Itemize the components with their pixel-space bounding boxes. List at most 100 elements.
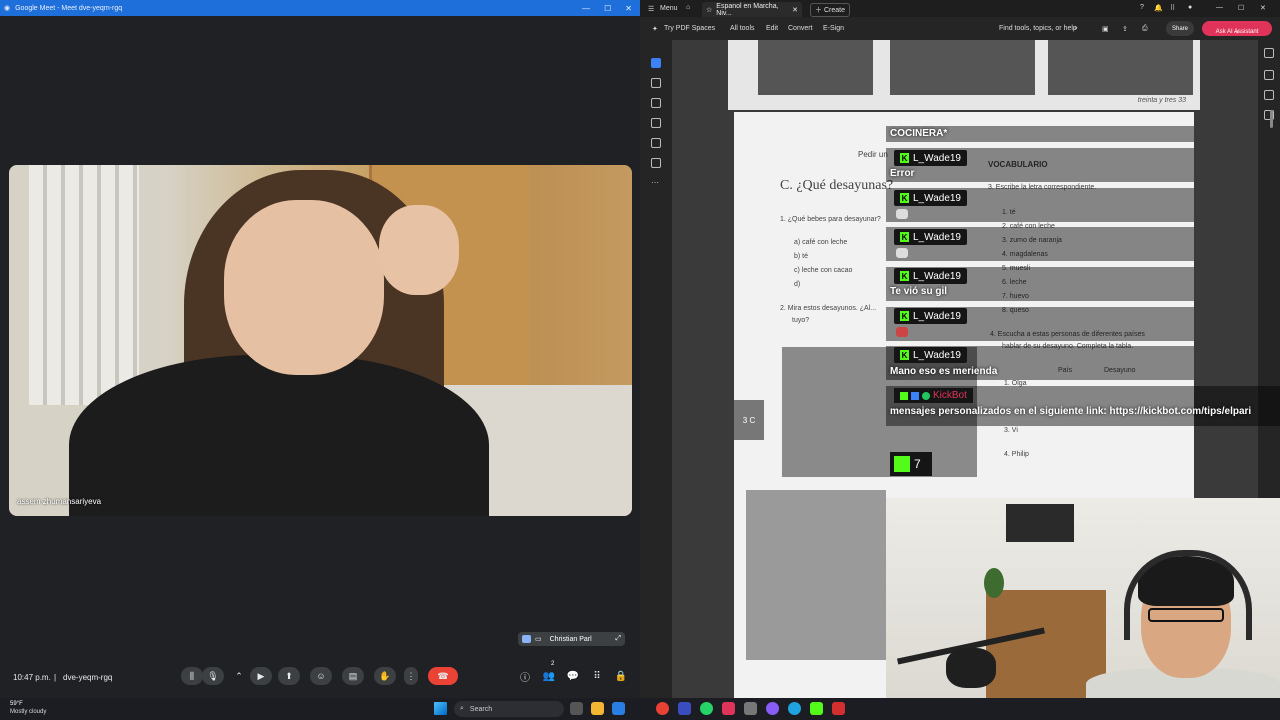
- taskbar-search[interactable]: ⌕ Search: [454, 701, 564, 717]
- info-icon[interactable]: ⓘ: [517, 667, 533, 685]
- pen-tool-icon[interactable]: [651, 98, 661, 108]
- bell-icon[interactable]: 🔔: [1154, 4, 1163, 12]
- minimize-button[interactable]: —: [582, 4, 590, 13]
- weather-widget[interactable]: 59°F Mostly cloudy: [10, 700, 46, 716]
- people-icon: 👥: [542, 670, 556, 682]
- more-tools-icon[interactable]: ⋯: [651, 178, 661, 188]
- participant-video-tile[interactable]: assem zhumansariyeva: [9, 165, 632, 516]
- select-tool-icon[interactable]: [651, 58, 661, 68]
- present-button[interactable]: ⬆: [278, 667, 300, 685]
- acrobat-icon[interactable]: [832, 702, 845, 715]
- whatsapp-icon[interactable]: [700, 702, 713, 715]
- esign-menu[interactable]: E-Sign: [823, 25, 844, 32]
- exercise-2: 2. Mira estos desayunos. ¿Al...: [780, 305, 877, 312]
- mic-button[interactable]: 🎙: [202, 667, 224, 685]
- meet-control-bar: 10:47 p.m. | dve-yeqm-rgq ⫼ 🎙 ⌃ ▶ ⬆ ☺ ▤ …: [0, 656, 640, 698]
- layers-panel-icon[interactable]: [1264, 70, 1274, 80]
- find-tools-input[interactable]: Find tools, topics, or help: [999, 25, 1077, 32]
- ask-ai-assistant-button[interactable]: ✧ Ask AI Assistant: [1202, 21, 1272, 36]
- participant-name-label: assem zhumansariyeva: [17, 497, 102, 506]
- home-icon[interactable]: ⌂: [686, 4, 690, 11]
- chat-username: K L_Wade19: [894, 150, 967, 166]
- bookmark-panel-icon[interactable]: [1264, 90, 1274, 100]
- hang-up-button[interactable]: ☎: [428, 667, 458, 685]
- pdf-maximize-button[interactable]: ☐: [1238, 4, 1244, 12]
- weather-desc: Mostly cloudy: [10, 709, 47, 715]
- save-icon[interactable]: ▣: [1102, 25, 1109, 33]
- all-tools-menu[interactable]: All tools: [730, 25, 755, 32]
- previous-page: treinta y tres 33: [728, 40, 1200, 110]
- more-options-button[interactable]: ⋮: [404, 667, 418, 685]
- kick-badge-icon: [900, 391, 908, 400]
- captions-button[interactable]: ▤: [342, 667, 364, 685]
- emoji-button[interactable]: ☺: [310, 667, 332, 685]
- edit-menu[interactable]: Edit: [766, 25, 778, 32]
- activities-icon[interactable]: ⠿: [589, 667, 605, 685]
- profile-icon[interactable]: ●: [1188, 4, 1192, 11]
- pip-name: Christian Parl: [549, 635, 592, 643]
- chat-icon[interactable]: 💬: [565, 667, 581, 685]
- chevron-up-icon[interactable]: ⌃: [228, 667, 250, 685]
- windows-start-icon[interactable]: [434, 702, 447, 715]
- menu-label[interactable]: Menu: [660, 5, 678, 12]
- messenger-icon[interactable]: [766, 702, 779, 715]
- stamp-tool-icon[interactable]: [651, 158, 661, 168]
- help-icon[interactable]: ?: [1140, 4, 1144, 11]
- host-controls-icon[interactable]: 🔒: [613, 667, 629, 685]
- lasso-tool-icon[interactable]: [651, 118, 661, 128]
- close-button[interactable]: ✕: [625, 4, 632, 13]
- tiktok-icon[interactable]: [722, 702, 735, 715]
- pdf-document-tab[interactable]: ☆ Espanol en Marcha, Niv... ✕: [702, 2, 802, 17]
- pdf-left-toolbar: ⋯: [640, 40, 672, 698]
- people-button[interactable]: 👥: [541, 667, 557, 685]
- self-view-pip[interactable]: ▭ Christian Parl ⤢: [518, 632, 625, 646]
- share-button[interactable]: Share: [1166, 21, 1194, 36]
- zoom-tool-icon[interactable]: [651, 78, 661, 88]
- text-select-icon[interactable]: [651, 138, 661, 148]
- try-pdf-spaces-link[interactable]: Try PDF Spaces: [664, 25, 715, 32]
- participant-body: [69, 355, 489, 516]
- option-d: d): [794, 281, 801, 288]
- expand-icon[interactable]: ⤢: [615, 635, 621, 643]
- lens-app-icon[interactable]: [678, 702, 691, 715]
- meeting-code: dve-yeqm-rgq: [63, 672, 113, 682]
- task-view-icon[interactable]: [570, 702, 583, 715]
- edge-icon[interactable]: [788, 702, 801, 715]
- upload-icon[interactable]: ⇪: [1122, 25, 1128, 33]
- comment-panel-icon[interactable]: [1264, 48, 1274, 58]
- print-icon[interactable]: ⎙: [1142, 25, 1148, 33]
- menu-icon[interactable]: ☰: [648, 5, 654, 13]
- ask-ai-assistant-label: Ask AI Assistant: [1215, 29, 1259, 35]
- tab-close-icon[interactable]: ✕: [792, 6, 802, 14]
- pdf-close-button[interactable]: ✕: [1260, 4, 1266, 12]
- file-explorer-icon[interactable]: [591, 702, 604, 715]
- kick-app-icon[interactable]: [810, 702, 823, 715]
- settings-icon[interactable]: [744, 702, 757, 715]
- convert-menu[interactable]: Convert: [788, 25, 813, 32]
- taskbar-search-label: Search: [469, 705, 493, 713]
- apps-icon[interactable]: ⠿: [1170, 4, 1175, 12]
- chat-username: K L_Wade19: [894, 190, 967, 206]
- video-window-blinds: [29, 165, 139, 405]
- chat-username: K L_Wade19: [894, 268, 967, 284]
- chrome-icon[interactable]: [656, 702, 669, 715]
- maximize-button[interactable]: ☐: [604, 4, 611, 13]
- meet-titlebar: ◉ Google Meet - Meet dve-yeqm-rgq — ☐ ✕: [0, 0, 640, 16]
- separator: |: [54, 672, 57, 682]
- option-c: c) leche con cacao: [794, 267, 853, 274]
- star-icon[interactable]: ☆: [706, 6, 712, 14]
- pdf-toolbar: ✦ Try PDF Spaces All tools Edit Convert …: [640, 17, 1280, 40]
- store-icon[interactable]: [612, 702, 625, 715]
- windows-taskbar: 59°F Mostly cloudy ⌕ Search: [0, 698, 1280, 720]
- audio-wave-icon[interactable]: ⫼: [181, 667, 203, 685]
- chat-emote-icon: [896, 248, 908, 258]
- chat-message: COCINERA*: [890, 128, 948, 139]
- pdf-minimize-button[interactable]: —: [1216, 4, 1223, 11]
- weather-temp: 59°F: [10, 701, 23, 707]
- raise-hand-button[interactable]: ✋: [374, 667, 396, 685]
- camera-button[interactable]: ▶: [250, 667, 272, 685]
- create-button[interactable]: ＋ Create: [810, 3, 850, 17]
- kick-badge-icon: K: [900, 311, 909, 321]
- search-icon[interactable]: ⌕: [1074, 25, 1078, 33]
- username-text: L_Wade19: [913, 192, 961, 204]
